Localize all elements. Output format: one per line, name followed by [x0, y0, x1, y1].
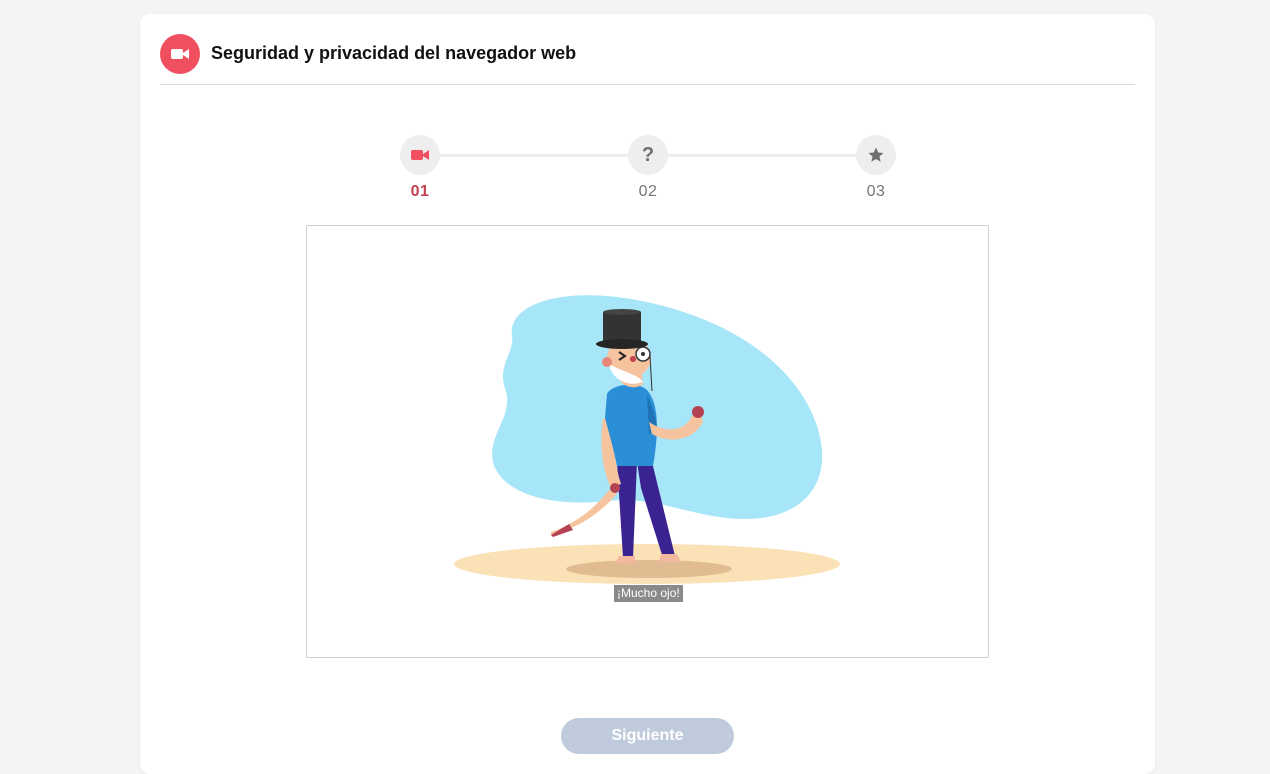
- step-1[interactable]: 01: [400, 135, 440, 205]
- next-button[interactable]: Siguiente: [561, 718, 734, 754]
- step-number: 03: [866, 183, 886, 200]
- video-camera-icon: [160, 34, 200, 74]
- question-icon: ?: [628, 135, 668, 175]
- lesson-media[interactable]: ¡Mucho ojo!: [306, 225, 989, 658]
- step-number: 01: [410, 183, 430, 200]
- step-2[interactable]: ? 02: [628, 135, 668, 205]
- step-3[interactable]: 03: [856, 135, 896, 205]
- progress-stepper: 01 ? 02 03: [400, 135, 896, 205]
- video-camera-icon: [400, 135, 440, 175]
- page-title: Seguridad y privacidad del navegador web: [211, 43, 577, 63]
- card-header: Seguridad y privacidad del navegador web: [160, 34, 1135, 85]
- star-icon: [856, 135, 896, 175]
- lesson-card: Seguridad y privacidad del navegador web…: [140, 14, 1155, 774]
- video-caption: ¡Mucho ojo!: [614, 585, 683, 602]
- step-number: 02: [638, 183, 658, 200]
